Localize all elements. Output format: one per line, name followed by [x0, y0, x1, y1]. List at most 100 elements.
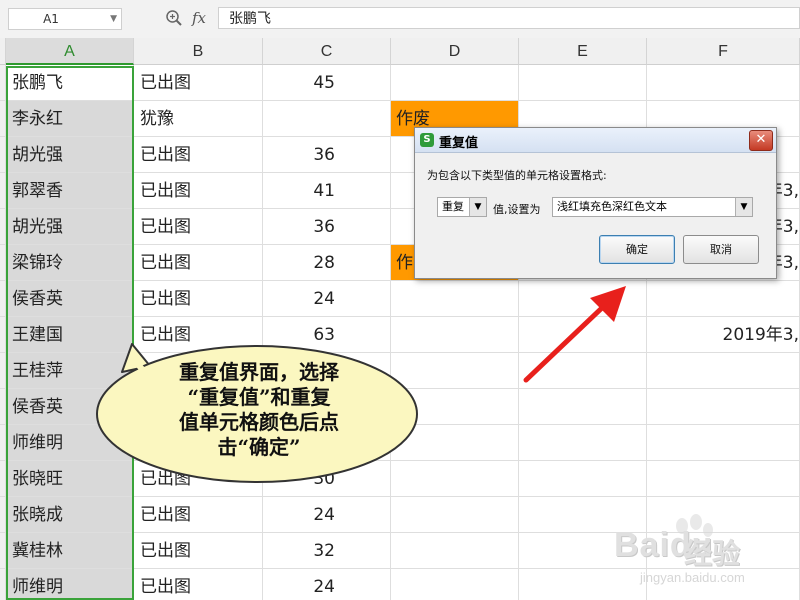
callout-line: 值单元格颜色后点	[179, 410, 339, 434]
cell-b[interactable]: 已出图	[134, 497, 263, 533]
format-style-select[interactable]: 浅红填充色深红色文本 ▼	[552, 197, 753, 217]
fx-icon[interactable]: fx	[192, 9, 206, 27]
table-row: 王建国 已出图 63 2019年3,	[0, 317, 800, 353]
cell-b[interactable]: 已出图	[134, 317, 263, 353]
cell-b[interactable]: 已出图	[134, 533, 263, 569]
callout-line: 击“确定”	[217, 435, 301, 459]
cell-d[interactable]	[391, 353, 519, 389]
cell-a[interactable]: 冀桂林	[6, 533, 134, 569]
cell-d[interactable]	[391, 389, 519, 425]
cell-a[interactable]: 李永红	[6, 101, 134, 137]
cell-d[interactable]	[391, 281, 519, 317]
table-row: 侯香英	[0, 389, 800, 425]
watermark-brand-cn: 经验	[684, 537, 741, 570]
cell-a[interactable]: 师维明	[6, 569, 134, 600]
watermark-url: jingyan.baidu.com	[640, 570, 745, 585]
cell-e[interactable]	[519, 461, 647, 497]
cell-b[interactable]: 已出图	[134, 173, 263, 209]
duplicate-values-dialog: S 重复值 ✕ 为包含以下类型值的单元格设置格式: 重复 ▼ 值,设置为 浅红填…	[414, 127, 777, 279]
cell-f[interactable]	[647, 389, 800, 425]
table-row: 张鹏飞 已出图 45	[0, 65, 800, 101]
column-header-a[interactable]: A	[6, 38, 134, 65]
value-type-select[interactable]: 重复 ▼	[437, 197, 487, 217]
column-header-e[interactable]: E	[519, 38, 647, 65]
cell-a[interactable]: 张鹏飞	[6, 65, 134, 101]
column-header-c[interactable]: C	[263, 38, 391, 65]
cell-c[interactable]: 24	[263, 497, 391, 533]
cell-b[interactable]: 犹豫	[134, 101, 263, 137]
column-header-b[interactable]: B	[134, 38, 263, 65]
cell-d[interactable]	[391, 533, 519, 569]
cell-e[interactable]	[519, 389, 647, 425]
cell-f[interactable]	[647, 461, 800, 497]
dialog-titlebar[interactable]: S 重复值 ✕	[415, 128, 776, 153]
name-box[interactable]: A1 ▼	[8, 8, 122, 30]
cell-a[interactable]: 师维明	[6, 425, 134, 461]
cell-d[interactable]	[391, 461, 519, 497]
cell-b[interactable]: 已出图	[134, 209, 263, 245]
callout-text: 重复值界面，选择 “重复值”和重复 值单元格颜色后点 击“确定”	[148, 360, 370, 460]
chevron-down-icon[interactable]: ▼	[110, 9, 117, 29]
chevron-down-icon[interactable]: ▼	[469, 198, 486, 216]
cell-a[interactable]: 张晓旺	[6, 461, 134, 497]
cell-c[interactable]: 30	[263, 461, 391, 497]
cell-a[interactable]: 梁锦玲	[6, 245, 134, 281]
cell-c[interactable]: 28	[263, 245, 391, 281]
zoom-icon[interactable]	[165, 9, 183, 27]
cell-b[interactable]: 已出图	[134, 281, 263, 317]
cell-a[interactable]: 张晓成	[6, 497, 134, 533]
callout-line: 重复值界面，选择	[179, 360, 339, 384]
cancel-button[interactable]: 取消	[683, 235, 759, 264]
cell-c[interactable]: 45	[263, 65, 391, 101]
cell-f[interactable]	[647, 353, 800, 389]
cell-a[interactable]: 王建国	[6, 317, 134, 353]
table-row: 王桂萍	[0, 353, 800, 389]
cell-f[interactable]: 2019年3,	[647, 317, 800, 353]
ok-button[interactable]: 确定	[599, 235, 675, 264]
column-header-f[interactable]: F	[647, 38, 800, 65]
value-type-selected: 重复	[442, 200, 464, 213]
cell-b[interactable]: 已出图	[134, 569, 263, 600]
cell-c[interactable]: 24	[263, 281, 391, 317]
cell-a[interactable]: 侯香英	[6, 389, 134, 425]
cell-a[interactable]: 王桂萍	[6, 353, 134, 389]
cell-b[interactable]: 已出图	[134, 65, 263, 101]
cell-e[interactable]	[519, 65, 647, 101]
cell-a[interactable]: 胡光强	[6, 137, 134, 173]
cell-c[interactable]	[263, 101, 391, 137]
dialog-title: 重复值	[439, 136, 479, 151]
cell-d[interactable]	[391, 317, 519, 353]
cell-c[interactable]: 63	[263, 317, 391, 353]
cell-b[interactable]: 已出图	[134, 461, 263, 497]
cell-c[interactable]: 24	[263, 569, 391, 600]
formula-input[interactable]: 张鹏飞	[218, 7, 800, 29]
cell-f[interactable]	[647, 425, 800, 461]
table-row: 侯香英 已出图 24	[0, 281, 800, 317]
wps-spreadsheet-icon: S	[420, 133, 434, 147]
cell-c[interactable]: 41	[263, 173, 391, 209]
table-row: 张晓旺 已出图 30	[0, 461, 800, 497]
format-style-selected: 浅红填充色深红色文本	[557, 200, 667, 213]
cell-c[interactable]: 36	[263, 209, 391, 245]
cell-f[interactable]	[647, 281, 800, 317]
cell-c[interactable]: 36	[263, 137, 391, 173]
cell-f[interactable]	[647, 65, 800, 101]
cell-a[interactable]: 胡光强	[6, 209, 134, 245]
cell-a[interactable]: 侯香英	[6, 281, 134, 317]
cell-b[interactable]: 已出图	[134, 137, 263, 173]
chevron-down-icon[interactable]: ▼	[735, 198, 752, 216]
cell-d[interactable]	[391, 497, 519, 533]
name-box-value: A1	[43, 12, 59, 26]
dialog-prompt: 为包含以下类型值的单元格设置格式:	[427, 169, 607, 182]
cell-d[interactable]	[391, 65, 519, 101]
set-as-label: 值,设置为	[493, 203, 541, 216]
cell-d[interactable]	[391, 425, 519, 461]
column-header-d[interactable]: D	[391, 38, 519, 65]
cell-b[interactable]: 已出图	[134, 245, 263, 281]
cell-e[interactable]	[519, 425, 647, 461]
cell-a[interactable]: 郭翠香	[6, 173, 134, 209]
cell-d[interactable]	[391, 569, 519, 600]
close-button[interactable]: ✕	[749, 130, 773, 151]
cell-c[interactable]: 32	[263, 533, 391, 569]
red-arrow-icon	[523, 286, 626, 383]
